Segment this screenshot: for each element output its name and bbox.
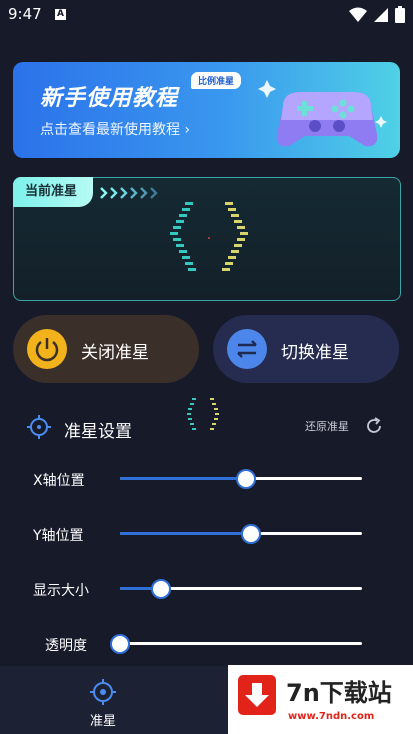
x-position-fill [120, 477, 246, 480]
signal-icon [374, 7, 388, 22]
current-reticle-panel: 当前准星 [13, 177, 401, 301]
banner-title: 新手使用教程 [40, 86, 179, 111]
banner-subtitle: 点击查看最新使用教程 › [40, 122, 191, 138]
nav-crosshair-icon[interactable] [89, 678, 117, 706]
opacity-thumb[interactable] [110, 634, 130, 654]
y-position-slider[interactable] [120, 524, 362, 544]
watermark-url: www.7ndn.com [288, 711, 375, 722]
swap-icon [227, 329, 267, 369]
display-size-label: 显示大小 [33, 583, 89, 599]
status-time: 9:47 [8, 5, 42, 23]
reticle-preview-icon [170, 202, 248, 271]
close-reticle-button[interactable]: 关闭准星 [13, 315, 199, 383]
x-position-slider[interactable] [120, 469, 362, 489]
reset-reticle-link[interactable]: 还原准星 [305, 418, 349, 434]
watermark: 7n下载站 www.7ndn.com [228, 665, 413, 734]
reticle-thumbnail-icon [187, 398, 219, 430]
nav-item-reticle[interactable]: 准星 [90, 710, 116, 729]
gamepad-icon [258, 80, 387, 147]
system-icons [349, 6, 405, 23]
opacity-slider[interactable] [110, 634, 362, 654]
x-position-thumb[interactable] [235, 469, 256, 489]
progress-arrows-icon [100, 187, 158, 199]
y-position-label: Y轴位置 [33, 528, 84, 544]
status-bar: 9:47 A [0, 0, 413, 30]
current-reticle-tag: 当前准星 [13, 177, 93, 207]
wifi-icon [349, 7, 367, 22]
x-position-label: X轴位置 [33, 473, 85, 489]
switch-reticle-button[interactable]: 切换准星 [213, 315, 399, 383]
power-icon [27, 329, 67, 369]
banner-chip: 比例准星 [191, 72, 242, 89]
display-size-thumb[interactable] [151, 579, 172, 599]
opacity-label: 透明度 [45, 638, 87, 654]
settings-title: 准星设置 [64, 422, 132, 442]
y-position-fill [120, 532, 251, 535]
close-reticle-label: 关闭准星 [81, 343, 149, 363]
watermark-brand: 7n下载站 [286, 679, 392, 707]
download-logo-icon [238, 675, 276, 715]
battery-icon [395, 6, 405, 23]
refresh-icon[interactable] [364, 416, 384, 436]
switch-reticle-label: 切换准星 [281, 343, 349, 363]
y-position-thumb[interactable] [240, 524, 261, 544]
crosshair-icon [27, 415, 51, 439]
display-size-slider[interactable] [120, 579, 362, 599]
notification-a-icon: A [55, 9, 66, 20]
tutorial-banner[interactable]: 新手使用教程 比例准星 点击查看最新使用教程 › [13, 62, 400, 158]
